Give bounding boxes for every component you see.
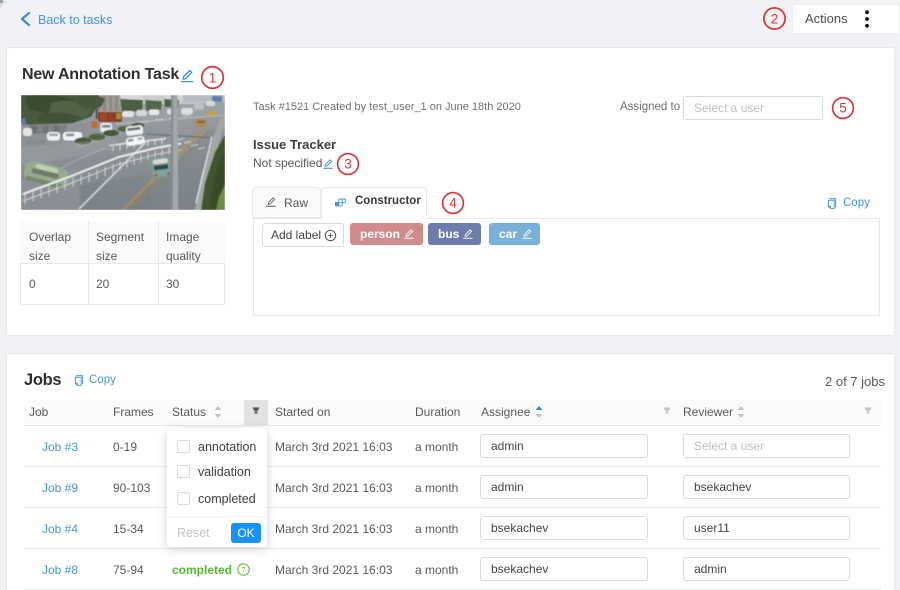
- svg-text:?: ?: [242, 567, 246, 574]
- svg-text:5: 5: [839, 100, 847, 115]
- svg-text:2: 2: [771, 10, 779, 26]
- svg-text:3: 3: [344, 156, 352, 171]
- svg-text:1: 1: [209, 69, 217, 85]
- svg-text:4: 4: [449, 195, 457, 210]
